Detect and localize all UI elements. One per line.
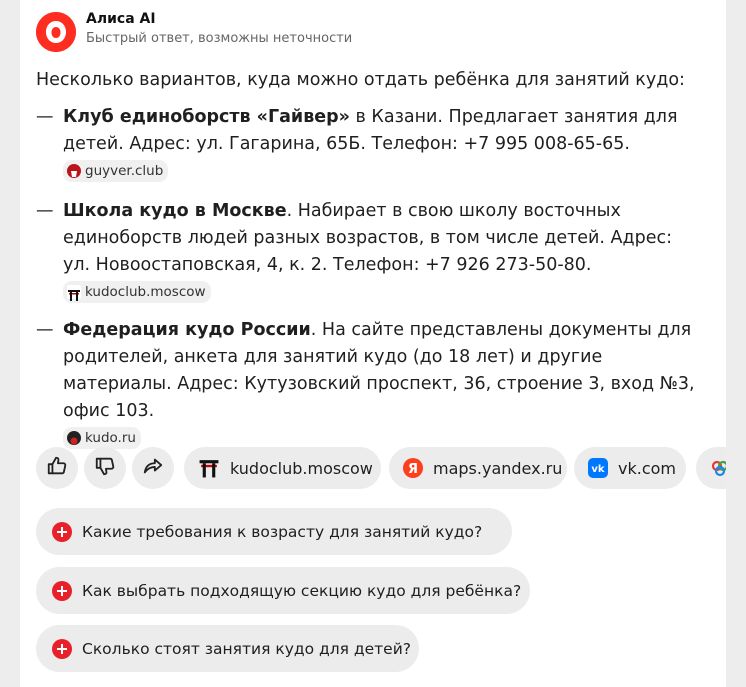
vk-icon: vk: [588, 458, 608, 478]
dislike-button[interactable]: [84, 447, 126, 489]
list-dash: —: [36, 201, 54, 221]
suggestion-button[interactable]: Сколько стоят занятия кудо для детей?: [36, 625, 419, 672]
torii-icon: [198, 457, 220, 479]
app-name: Алиса AI: [86, 11, 156, 27]
kudo-logo-icon: [67, 431, 81, 445]
pill-label: maps.yandex.ru: [433, 458, 563, 478]
source-chip[interactable]: kudo.ru: [63, 427, 141, 449]
yandex-icon: Я: [403, 458, 423, 478]
suggestion-button[interactable]: Как выбрать подходящую секцию кудо для р…: [36, 567, 530, 614]
action-row: kudoclub.moscow Я maps.yandex.ru vk vk.c…: [36, 447, 726, 489]
list-item: — Клуб единоборств «Гайвер» в Казани. Пр…: [36, 104, 696, 185]
source-pill-vk[interactable]: vk vk.com: [574, 447, 686, 489]
svg-text:vk: vk: [591, 464, 605, 475]
source-pill-kudoclub[interactable]: kudoclub.moscow: [184, 447, 381, 489]
answer-intro: Несколько вариантов, куда можно отдать р…: [36, 70, 685, 90]
source-label: kudoclub.moscow: [85, 283, 206, 300]
item-title: Федерация кудо России: [63, 320, 311, 340]
thumbs-up-icon: [46, 455, 68, 481]
item-title: Школа кудо в Москве: [63, 201, 287, 221]
svg-text:Я: Я: [408, 462, 418, 477]
plus-icon: [52, 580, 72, 601]
rings-icon: [710, 457, 726, 479]
plus-icon: [52, 638, 72, 659]
share-button[interactable]: [132, 447, 174, 489]
thumbs-down-icon: [94, 455, 116, 481]
list-item: — Школа кудо в Москве. Набирает в свою ш…: [36, 198, 696, 306]
source-label: guyver.club: [85, 162, 164, 179]
source-chip[interactable]: kudoclub.moscow: [63, 281, 211, 303]
list-dash: —: [36, 107, 54, 127]
list-item: — Федерация кудо России. На сайте предст…: [36, 317, 696, 452]
app-subtitle: Быстрый ответ, возможны неточности: [86, 31, 353, 46]
guyver-logo-icon: [67, 164, 81, 178]
alice-logo-icon: [36, 12, 76, 52]
source-pill-more[interactable]: [696, 447, 726, 489]
source-chip[interactable]: guyver.club: [63, 160, 169, 182]
plus-icon: [52, 521, 72, 542]
pill-label: vk.com: [618, 458, 676, 478]
source-pill-yandex-maps[interactable]: Я maps.yandex.ru: [389, 447, 567, 489]
answer-card: Алиса AI Быстрый ответ, возможны неточно…: [20, 0, 726, 687]
like-button[interactable]: [36, 447, 78, 489]
item-title: Клуб единоборств «Гайвер»: [63, 107, 350, 127]
pill-label: kudoclub.moscow: [230, 458, 373, 478]
list-dash: —: [36, 320, 54, 340]
torii-icon: [67, 285, 81, 301]
share-arrow-icon: [142, 455, 164, 481]
suggestion-label: Сколько стоят занятия кудо для детей?: [82, 639, 412, 658]
suggestion-label: Как выбрать подходящую секцию кудо для р…: [82, 581, 522, 600]
suggestion-label: Какие требования к возрасту для занятий …: [82, 522, 483, 541]
suggestion-button[interactable]: Какие требования к возрасту для занятий …: [36, 508, 512, 555]
